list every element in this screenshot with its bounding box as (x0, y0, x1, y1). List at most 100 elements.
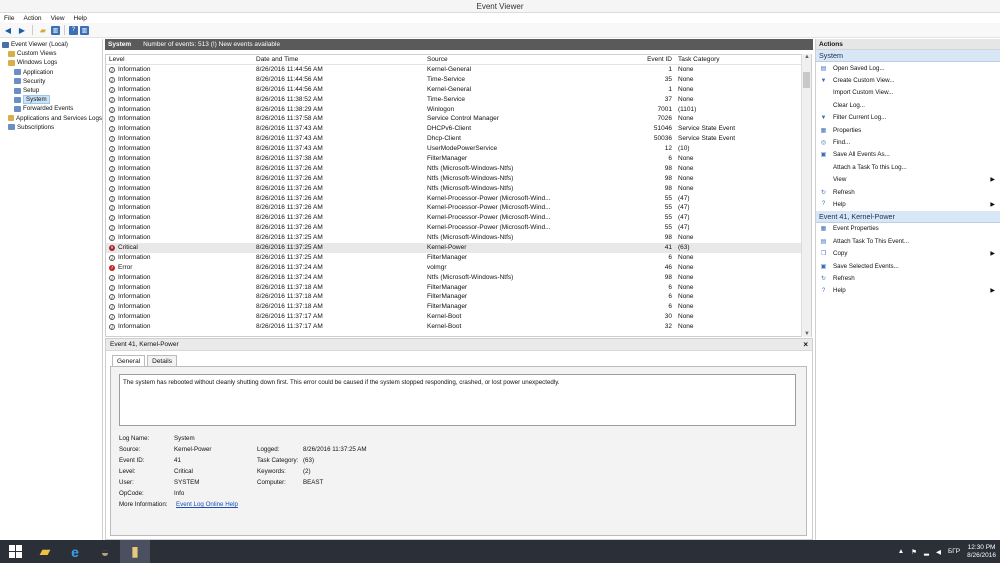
cell-level-text: Information (118, 95, 151, 103)
tree-item[interactable]: Security (0, 77, 102, 86)
actions-section-system[interactable]: System (816, 50, 1000, 62)
action-item[interactable]: ? Help ▶ (816, 198, 1000, 210)
column-level[interactable]: Level (109, 55, 125, 65)
tree-item[interactable]: Subscriptions (0, 123, 102, 132)
action-item[interactable]: Clear Log... (816, 99, 1000, 111)
table-row[interactable]: i Information 8/26/2016 11:37:26 AM Kernel-… (106, 213, 811, 223)
internet-explorer-icon[interactable]: e (60, 540, 90, 563)
clock[interactable]: 12:30 PM 8/26/2016 (967, 544, 996, 560)
table-row[interactable]: i Information 8/26/2016 11:37:26 AM Ntfs (M… (106, 164, 811, 174)
cell-task-category: Service State Event (678, 135, 736, 143)
tree-item[interactable]: Event Viewer (Local) (0, 40, 102, 49)
folder-icon[interactable]: ▰ (37, 24, 49, 36)
column-source[interactable]: Source (427, 55, 448, 65)
forward-arrow-icon[interactable]: ▶ (16, 24, 28, 36)
table-row[interactable]: i Information 8/26/2016 11:38:52 AM Time-Se… (106, 95, 811, 105)
table-row[interactable]: i Information 8/26/2016 11:37:18 AM FilterM… (106, 292, 811, 302)
table-row[interactable]: i Information 8/26/2016 11:37:58 AM Service… (106, 114, 811, 124)
table-row[interactable]: i Information 8/26/2016 11:37:38 AM FilterM… (106, 154, 811, 164)
network-icon[interactable]: ▂ (924, 548, 929, 556)
tray-chevron-icon[interactable]: ▲ (898, 548, 904, 555)
menu-help[interactable]: Help (74, 15, 87, 22)
tree-folder-icon (2, 41, 9, 48)
action-item[interactable]: ▦ Event Properties (816, 223, 1000, 235)
action-item[interactable]: ▦ Properties (816, 124, 1000, 136)
action-item[interactable]: ▼ Filter Current Log... (816, 112, 1000, 124)
table-row[interactable]: i Information 8/26/2016 11:44:56 AM Time-Se… (106, 75, 811, 85)
table-row[interactable]: i Information 8/26/2016 11:44:56 AM Kernel-… (106, 65, 811, 75)
events-scrollbar[interactable]: ▲ ▼ (801, 54, 811, 337)
table-row[interactable]: i Information 8/26/2016 11:37:18 AM FilterM… (106, 302, 811, 312)
menu-action[interactable]: Action (23, 15, 41, 22)
action-item[interactable]: View ▶ (816, 174, 1000, 186)
console-tree-icon[interactable]: ▥ (51, 25, 60, 35)
action-item[interactable]: ▤ Attach Task To This Event... (816, 235, 1000, 247)
event-description[interactable]: The system has rebooted without cleanly … (119, 374, 796, 426)
table-row[interactable]: i Information 8/26/2016 11:37:24 AM Ntfs (M… (106, 273, 811, 283)
tree-item[interactable]: Windows Logs (0, 58, 102, 67)
help-icon[interactable]: ? (69, 25, 78, 35)
column-event-id[interactable]: Event ID (586, 55, 672, 65)
app-icon[interactable]: ◒ (90, 540, 120, 563)
action-label: Attach a Task To this Log... (833, 163, 907, 171)
action-item[interactable]: ↻ Refresh (816, 186, 1000, 198)
table-row[interactable]: i Information 8/26/2016 11:37:26 AM Kernel-… (106, 203, 811, 213)
table-row[interactable]: i Information 8/26/2016 11:37:26 AM Kernel-… (106, 194, 811, 204)
column-task-category[interactable]: Task Category (678, 55, 720, 65)
action-item[interactable]: Import Custom View... (816, 87, 1000, 99)
actions-section-event[interactable]: Event 41, Kernel-Power (816, 210, 1000, 223)
tree-item[interactable]: Application (0, 68, 102, 77)
scroll-up-icon[interactable]: ▲ (802, 54, 812, 60)
table-row[interactable]: × Critical 8/26/2016 11:37:25 AM Kernel-Pow… (106, 243, 811, 253)
start-windows-icon[interactable] (0, 540, 30, 563)
table-row[interactable]: i Information 8/26/2016 11:37:43 AM Dhcp-Cl… (106, 134, 811, 144)
cell-event-id: 12 (664, 145, 672, 153)
event-viewer-taskbar-icon[interactable]: ▮ (120, 540, 150, 563)
table-row[interactable]: i Information 8/26/2016 11:37:17 AM Kernel-… (106, 322, 811, 332)
level-value: Critical (174, 468, 193, 475)
tree-item[interactable]: Applications and Services Logs (0, 114, 102, 123)
tree-item[interactable]: Custom Views (0, 49, 102, 58)
action-pane-icon[interactable]: ▥ (80, 25, 89, 35)
action-item[interactable]: ▤ Open Saved Log... (816, 62, 1000, 74)
volume-icon[interactable]: ◀ (936, 548, 941, 556)
cell-level-text: Information (118, 145, 151, 153)
action-item[interactable]: Attach a Task To this Log... (816, 161, 1000, 173)
event-log-online-help-link[interactable]: Event Log Online Help (176, 500, 238, 509)
table-row[interactable]: i Information 8/26/2016 11:37:26 AM Ntfs (M… (106, 174, 811, 184)
table-row[interactable]: i Information 8/26/2016 11:44:56 AM Kernel-… (106, 85, 811, 95)
scroll-thumb[interactable] (803, 72, 810, 88)
action-item[interactable]: ❐ Copy ▶ (816, 247, 1000, 259)
language-indicator[interactable]: БГР (948, 548, 960, 555)
action-item[interactable]: ◎ Find... (816, 136, 1000, 148)
action-item[interactable]: ↻ Refresh (816, 272, 1000, 284)
action-item[interactable]: ▼ Create Custom View... (816, 74, 1000, 86)
menu-file[interactable]: File (4, 15, 14, 22)
table-row[interactable]: i Information 8/26/2016 11:38:29 AM Winlogo… (106, 105, 811, 115)
action-item[interactable]: ▣ Save All Events As... (816, 149, 1000, 161)
table-row[interactable]: i Information 8/26/2016 11:37:17 AM Kernel-… (106, 312, 811, 322)
table-row[interactable]: i Information 8/26/2016 11:37:25 AM FilterM… (106, 253, 811, 263)
cell-level: i Information (109, 114, 151, 124)
table-row[interactable]: i Information 8/26/2016 11:37:43 AM DHCPv6-… (106, 124, 811, 134)
close-icon[interactable]: × (803, 340, 808, 349)
menu-view[interactable]: View (51, 15, 65, 22)
action-item[interactable]: ▣ Save Selected Events... (816, 260, 1000, 272)
file-explorer-icon[interactable]: ▰ (30, 540, 60, 563)
table-row[interactable]: i Information 8/26/2016 11:37:25 AM Ntfs (M… (106, 233, 811, 243)
tree-item[interactable]: System (0, 95, 102, 105)
action-item[interactable]: ? Help ▶ (816, 285, 1000, 297)
tree-item[interactable]: Setup (0, 86, 102, 95)
table-row[interactable]: i Information 8/26/2016 11:37:26 AM Ntfs (M… (106, 184, 811, 194)
column-datetime[interactable]: Date and Time (256, 55, 298, 65)
table-row[interactable]: i Information 8/26/2016 11:37:43 AM UserMod… (106, 144, 811, 154)
tree-item[interactable]: Forwarded Events (0, 104, 102, 113)
back-arrow-icon[interactable]: ◀ (2, 24, 14, 36)
scroll-down-icon[interactable]: ▼ (802, 331, 812, 337)
table-row[interactable]: i Information 8/26/2016 11:37:18 AM FilterM… (106, 283, 811, 293)
flag-icon[interactable]: ⚑ (911, 548, 917, 556)
cell-level-text: Information (118, 66, 151, 73)
table-row[interactable]: ! Error 8/26/2016 11:37:24 AM volmgr 46 None (106, 263, 811, 273)
table-row[interactable]: i Information 8/26/2016 11:37:26 AM Kernel-… (106, 223, 811, 233)
information-icon: i (109, 165, 115, 172)
